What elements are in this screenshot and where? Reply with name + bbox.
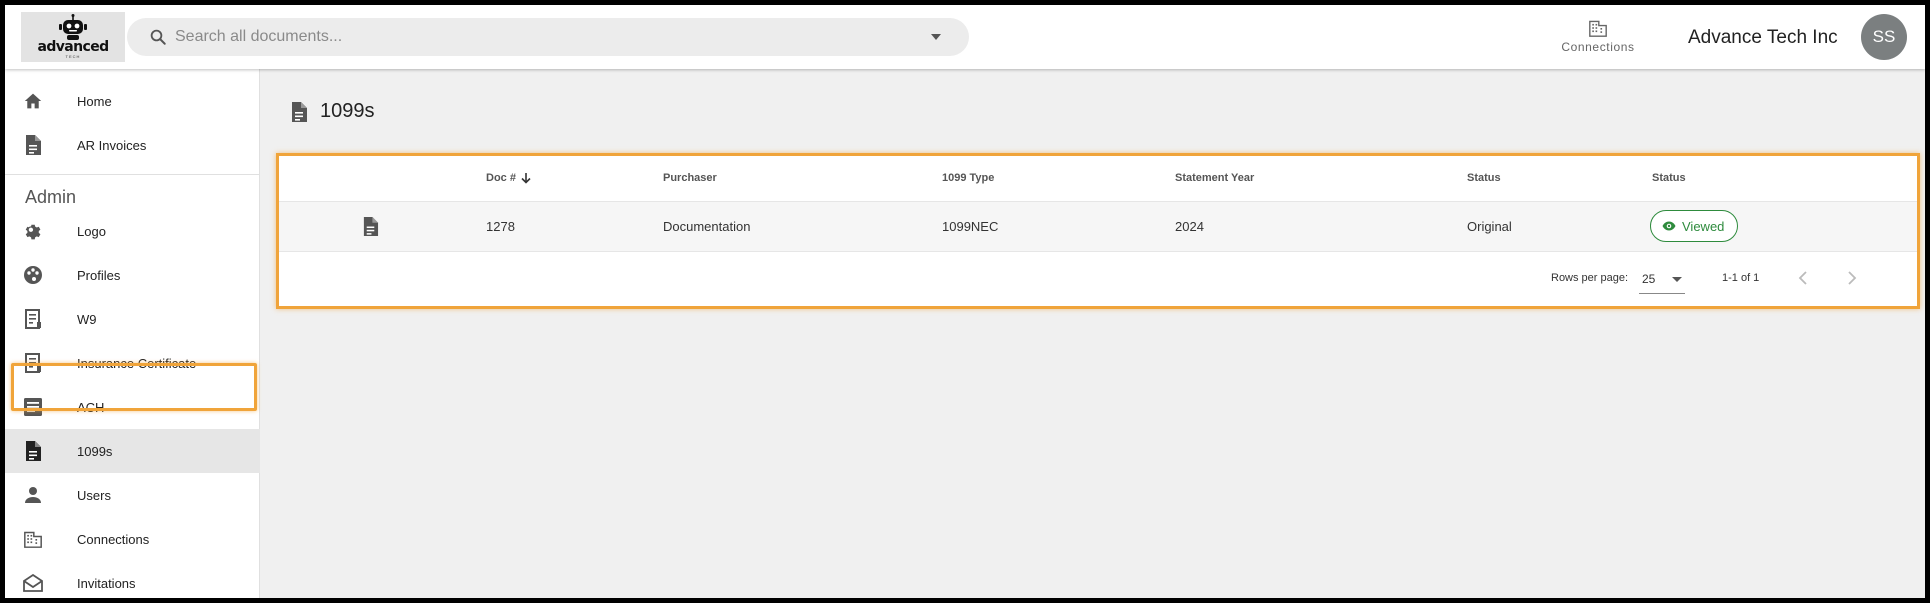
rows-per-page-select[interactable]: 25: [1639, 264, 1685, 294]
sidebar-item-w9[interactable]: W9: [5, 297, 260, 341]
sidebar-item-home[interactable]: Home: [5, 79, 260, 123]
sidebar-item-label: Invitations: [77, 575, 136, 591]
admin-section-heading: Admin: [25, 187, 77, 207]
mail-open-icon: [21, 572, 45, 594]
sidebar-item-ar-invoices[interactable]: AR Invoices: [5, 123, 260, 167]
sidebar-item-1099s[interactable]: 1099s: [5, 429, 260, 473]
next-page-button[interactable]: [1840, 266, 1864, 290]
app-window: advanced TECH Connections Advance Tech I…: [5, 5, 1925, 598]
cell-purchaser: Documentation: [663, 219, 751, 234]
document-icon: [21, 134, 45, 156]
page-title: 1099s: [320, 100, 375, 122]
sidebar-item-invitations[interactable]: Invitations: [5, 561, 260, 598]
column-header-view-status[interactable]: Status: [1652, 172, 1686, 184]
column-header-statement-year[interactable]: Statement Year: [1175, 172, 1254, 184]
previous-page-button[interactable]: [1791, 266, 1815, 290]
cell-statement-year: 2024: [1175, 219, 1204, 234]
sidebar-item-ach[interactable]: ACH: [5, 385, 260, 429]
person-icon: [21, 484, 45, 506]
page-header: 1099s: [290, 100, 375, 123]
sidebar-item-label: Insurance Certificate: [77, 355, 197, 371]
sidebar-item-connections[interactable]: Connections: [5, 517, 260, 561]
sidebar: Home AR Invoices Admin Logo Profiles W9 …: [5, 69, 260, 598]
palette-icon: [21, 264, 45, 286]
pagination-bar: Rows per page: 25 1-1 of 1: [279, 252, 1917, 306]
receipt-icon: [21, 352, 45, 374]
company-logo[interactable]: advanced TECH: [21, 12, 125, 62]
sidebar-item-label: Connections: [77, 531, 150, 547]
cell-status: Original: [1467, 219, 1512, 234]
building-icon: [21, 528, 45, 550]
sidebar-item-label: Logo: [77, 223, 106, 239]
article-icon: [21, 396, 45, 418]
search-icon: [150, 29, 166, 45]
sidebar-item-label: Users: [77, 487, 111, 503]
sidebar-item-profiles[interactable]: Profiles: [5, 253, 260, 297]
receipt-icon: [21, 308, 45, 330]
document-icon: [21, 440, 45, 462]
arrow-down-icon: [521, 173, 531, 184]
sidebar-item-label: Home: [77, 93, 112, 109]
cell-1099-type: 1099NEC: [942, 219, 999, 234]
building-icon: [1589, 20, 1607, 37]
logo-wordmark: advanced: [37, 39, 109, 55]
search-dropdown-caret-icon[interactable]: [931, 34, 941, 40]
eye-icon: [1662, 221, 1676, 231]
column-header-label: Doc #: [486, 172, 516, 184]
sidebar-divider: [5, 174, 260, 175]
sidebar-item-insurance-certificate[interactable]: Insurance Certificate: [5, 341, 260, 385]
gear-icon: [21, 220, 45, 242]
sidebar-item-logo[interactable]: Logo: [5, 209, 260, 253]
robot-icon: [59, 14, 87, 40]
table-row[interactable]: 1278 Documentation 1099NEC 2024 Original…: [279, 202, 1917, 252]
sidebar-item-label: AR Invoices: [77, 137, 147, 153]
viewed-status-badge[interactable]: Viewed: [1650, 210, 1739, 242]
company-name: Advance Tech Inc: [1688, 27, 1838, 48]
home-icon: [21, 90, 45, 112]
column-header-1099-type[interactable]: 1099 Type: [942, 172, 994, 184]
search-input[interactable]: [175, 28, 875, 46]
search-bar[interactable]: [127, 18, 969, 56]
column-header-doc-number[interactable]: Doc #: [486, 172, 532, 184]
chevron-down-icon: [1672, 277, 1682, 282]
table-header: Doc # Purchaser 1099 Type Statement Year…: [279, 156, 1917, 202]
document-icon: [292, 101, 307, 122]
chevron-right-icon: [1848, 271, 1857, 285]
sidebar-item-users[interactable]: Users: [5, 473, 260, 517]
sidebar-item-label: 1099s: [77, 443, 113, 459]
user-avatar[interactable]: SS: [1861, 14, 1907, 60]
cell-doc-number: 1278: [486, 219, 515, 234]
rows-per-page-value: 25: [1642, 272, 1656, 286]
connections-button[interactable]: Connections: [1553, 19, 1643, 59]
connections-label: Connections: [1561, 40, 1635, 54]
rows-per-page-label: Rows per page:: [1551, 272, 1629, 284]
sidebar-item-label: Profiles: [77, 267, 121, 283]
pagination-range: 1-1 of 1: [1722, 272, 1760, 284]
chevron-left-icon: [1798, 271, 1807, 285]
viewed-status-label: Viewed: [1682, 218, 1725, 234]
sidebar-item-label: W9: [77, 311, 97, 327]
column-header-purchaser[interactable]: Purchaser: [663, 172, 717, 184]
logo-tagline: TECH: [65, 54, 81, 59]
documents-table: Doc # Purchaser 1099 Type Statement Year…: [276, 153, 1920, 309]
sidebar-item-label: ACH: [77, 399, 105, 415]
top-bar: advanced TECH Connections Advance Tech I…: [5, 5, 1925, 69]
column-header-status[interactable]: Status: [1467, 172, 1501, 184]
document-icon[interactable]: [362, 216, 379, 242]
